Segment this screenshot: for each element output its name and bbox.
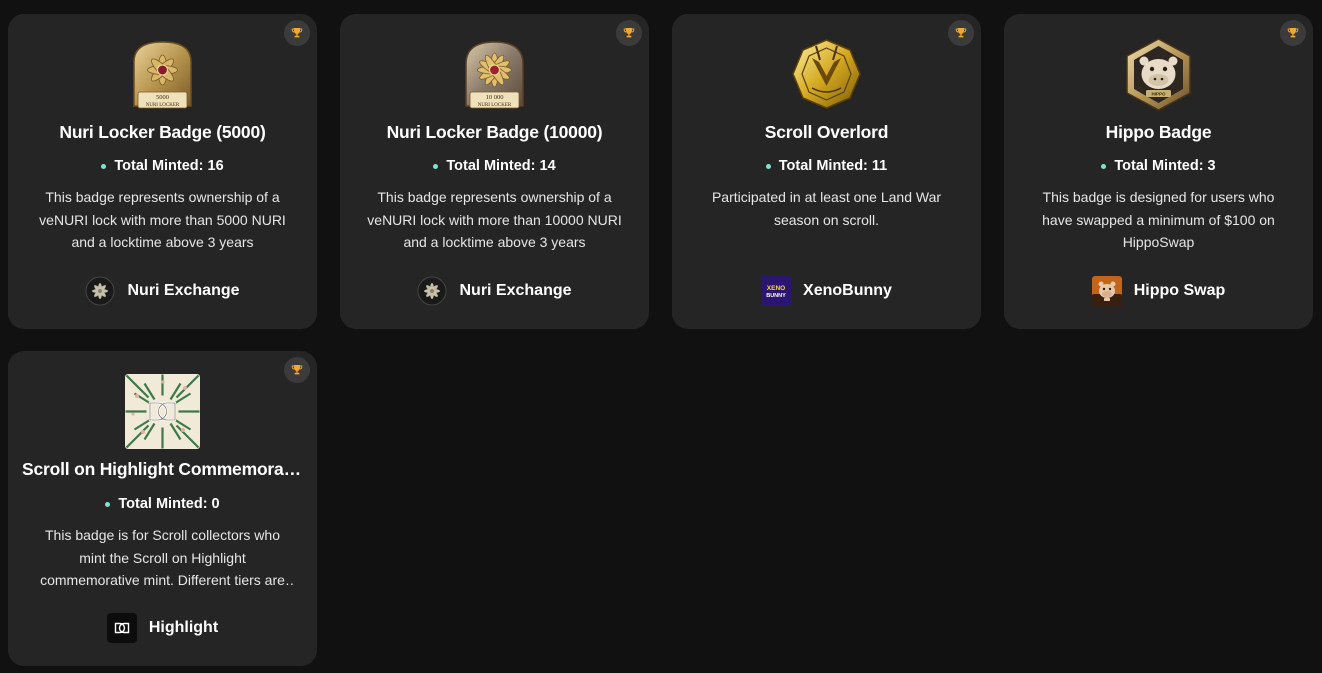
svg-text:10 000: 10 000: [486, 94, 504, 101]
minted-count: 16: [207, 158, 224, 174]
issuer-name: XenoBunny: [803, 282, 892, 299]
badge-card[interactable]: 10 000 NURI LOCKER Nuri Locker Badge (10…: [340, 14, 649, 329]
total-minted: Total Minted: 14: [340, 158, 649, 174]
issuer[interactable]: Hippo Swap: [1004, 276, 1313, 306]
badge-card[interactable]: HIPPO Hippo Badge Total Minted: 3 This b…: [1004, 14, 1313, 329]
svg-text:NURI LOCKER: NURI LOCKER: [146, 103, 180, 108]
minted-count: 0: [211, 496, 220, 512]
svg-text:HIPPO: HIPPO: [1151, 92, 1166, 97]
total-minted: Total Minted: 3: [1004, 158, 1313, 174]
trophy-icon[interactable]: [1280, 20, 1306, 46]
issuer-name: Hippo Swap: [1133, 282, 1226, 299]
badge-description: This badge represents ownership of a veN…: [367, 189, 622, 250]
issuer-name: Highlight: [148, 619, 219, 636]
trophy-icon[interactable]: [948, 20, 974, 46]
badge-image: 5000 NURI LOCKER: [124, 36, 201, 113]
status-dot: [765, 163, 771, 169]
badge-image: 10 000 NURI LOCKER: [456, 36, 533, 113]
issuer[interactable]: Nuri Exchange: [340, 276, 649, 306]
badge-image: [788, 36, 865, 113]
badge-title: Scroll on Highlight Commemorative Mint: [22, 459, 303, 479]
badge-card[interactable]: Scroll on Highlight Commemorative Mint T…: [8, 351, 317, 666]
badge-card[interactable]: Scroll Overlord Total Minted: 11 Partici…: [672, 14, 981, 329]
minted-label: Total Minted:: [446, 158, 536, 174]
xenobunny-logo-icon: XENO BUNNY: [761, 276, 792, 306]
trophy-icon[interactable]: [284, 357, 310, 383]
status-dot: [1101, 163, 1107, 169]
total-minted: Total Minted: 16: [8, 158, 317, 174]
svg-text:NURI LOCKER: NURI LOCKER: [478, 103, 512, 108]
badge-description: This badge is for Scroll collectors who …: [40, 527, 285, 588]
issuer-name: Nuri Exchange: [127, 282, 240, 299]
minted-label: Total Minted:: [778, 158, 868, 174]
status-dot: [433, 163, 439, 169]
trophy-icon[interactable]: [616, 20, 642, 46]
badge-card[interactable]: 5000 NURI LOCKER Nuri Locker Badge (5000…: [8, 14, 317, 329]
issuer[interactable]: Nuri Exchange: [8, 276, 317, 306]
badge-description: This badge represents ownership of a veN…: [39, 189, 286, 250]
minted-count: 11: [871, 158, 888, 174]
highlight-logo-icon: [106, 613, 137, 643]
trophy-icon[interactable]: [284, 20, 310, 46]
status-dot: [101, 163, 107, 169]
minted-count: 14: [539, 158, 556, 174]
total-minted: Total Minted: 11: [672, 158, 981, 174]
issuer[interactable]: XENO BUNNY XenoBunny: [672, 276, 981, 306]
svg-text:BUNNY: BUNNY: [766, 293, 786, 299]
minted-label: Total Minted:: [118, 496, 208, 512]
minted-label: Total Minted:: [1114, 158, 1204, 174]
badge-title: Nuri Locker Badge (5000): [59, 122, 266, 142]
issuer-name: Nuri Exchange: [459, 282, 572, 299]
badge-description: This badge is designed for users who hav…: [1042, 189, 1275, 250]
badge-image: HIPPO: [1120, 36, 1197, 113]
badge-title: Nuri Locker Badge (10000): [386, 122, 603, 142]
minted-count: 3: [1207, 158, 1216, 174]
svg-text:5000: 5000: [156, 94, 169, 101]
badge-image: [125, 374, 200, 449]
minted-label: Total Minted:: [114, 158, 204, 174]
total-minted: Total Minted: 0: [8, 496, 317, 512]
hippo-logo-icon: [1091, 276, 1122, 306]
nuri-flower-icon: [85, 276, 115, 306]
issuer[interactable]: Highlight: [8, 613, 317, 643]
badge-description: Participated in at least one Land War se…: [711, 189, 942, 228]
nuri-flower-icon: [417, 276, 447, 306]
status-dot: [105, 501, 111, 507]
svg-text:XENO: XENO: [767, 285, 785, 292]
badge-title: Scroll Overlord: [764, 122, 889, 142]
badge-title: Hippo Badge: [1105, 122, 1212, 142]
